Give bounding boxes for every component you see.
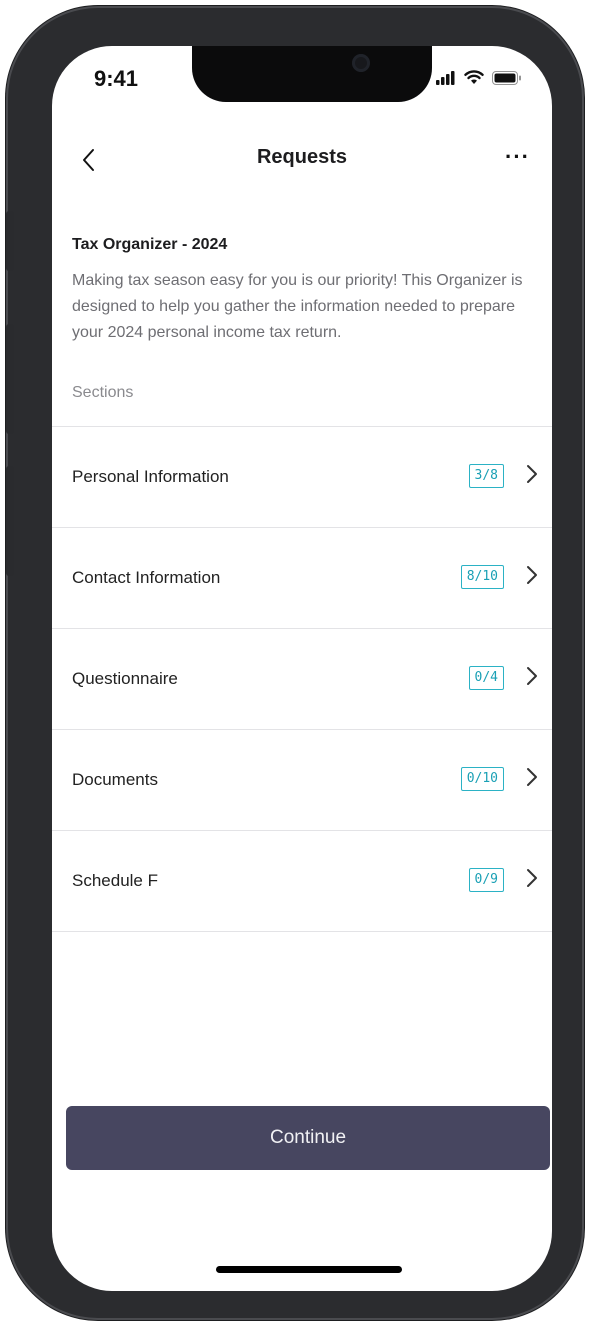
organizer-title: Tax Organizer - 2024 bbox=[72, 236, 228, 253]
progress-badge: 0/4 bbox=[468, 666, 504, 690]
sections-label: Sections bbox=[72, 384, 134, 401]
camera bbox=[352, 54, 370, 72]
status-time: 9:41 bbox=[94, 66, 139, 91]
chevron-right-icon bbox=[526, 564, 538, 591]
wifi-icon bbox=[464, 70, 484, 90]
chevron-right-icon bbox=[526, 665, 538, 692]
phone-frame: 9:41 Requests ··· Tax Organizer - 2024 M… bbox=[6, 6, 584, 1320]
more-options-button[interactable]: ··· bbox=[505, 144, 530, 170]
status-icons bbox=[436, 70, 522, 90]
cellular-signal-icon bbox=[436, 70, 456, 90]
section-label: Documents bbox=[72, 770, 158, 789]
notch bbox=[192, 46, 432, 102]
section-label: Personal Information bbox=[72, 467, 229, 486]
section-row-schedule-f[interactable]: Schedule F 0/9 bbox=[52, 830, 552, 932]
page-title: Requests bbox=[256, 146, 348, 168]
home-indicator bbox=[216, 1266, 402, 1273]
continue-button[interactable]: Continue bbox=[66, 1106, 550, 1170]
organizer-description: Making tax season easy for you is our pr… bbox=[72, 272, 523, 341]
volume-up-button bbox=[6, 324, 14, 434]
sections-list: Personal Information 3/8 Contact Informa… bbox=[52, 426, 552, 932]
navigation-bar: Requests ··· bbox=[52, 144, 552, 176]
action-button bbox=[6, 211, 14, 271]
chevron-right-icon bbox=[526, 867, 538, 894]
progress-badge: 3/8 bbox=[468, 464, 504, 488]
section-label: Questionnaire bbox=[72, 669, 178, 688]
chevron-right-icon bbox=[526, 766, 538, 793]
section-row-documents[interactable]: Documents 0/10 bbox=[52, 729, 552, 830]
battery-icon bbox=[492, 70, 522, 90]
progress-badge: 0/10 bbox=[460, 767, 504, 791]
progress-badge: 0/9 bbox=[468, 868, 504, 892]
screen: 9:41 Requests ··· Tax Organizer - 2024 M… bbox=[52, 46, 552, 1291]
progress-badge: 8/10 bbox=[460, 565, 504, 589]
section-label: Contact Information bbox=[72, 568, 221, 587]
section-row-contact-information[interactable]: Contact Information 8/10 bbox=[52, 527, 552, 628]
section-label: Schedule F bbox=[72, 871, 158, 890]
volume-down-button bbox=[6, 466, 14, 576]
section-row-personal-information[interactable]: Personal Information 3/8 bbox=[52, 426, 552, 527]
chevron-right-icon bbox=[526, 463, 538, 490]
section-row-questionnaire[interactable]: Questionnaire 0/4 bbox=[52, 628, 552, 729]
